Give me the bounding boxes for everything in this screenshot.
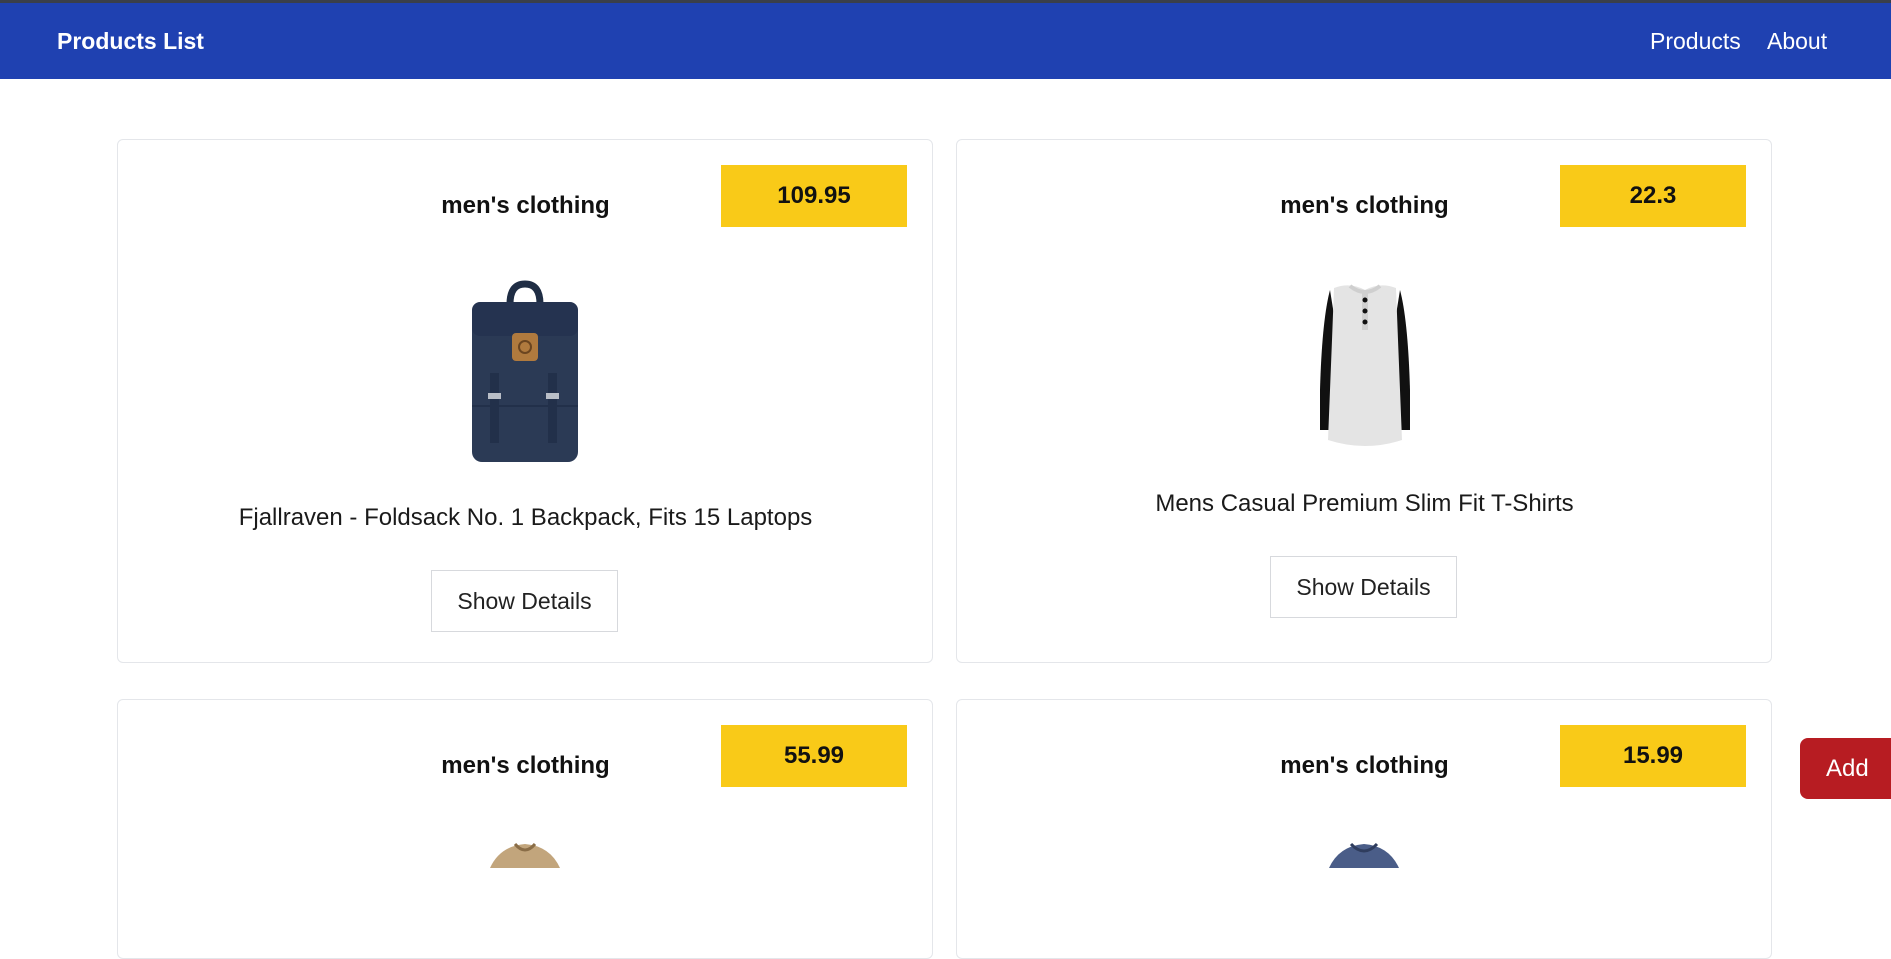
product-card: men's clothing 15.99 xyxy=(956,699,1772,959)
add-button[interactable]: Add xyxy=(1800,738,1891,799)
brand-title[interactable]: Products List xyxy=(57,3,204,79)
nav-link-about[interactable]: About xyxy=(1767,3,1827,79)
product-title: Mens Casual Premium Slim Fit T-Shirts xyxy=(1155,490,1574,517)
tshirt-image xyxy=(1320,284,1410,446)
show-details-button[interactable]: Show Details xyxy=(1270,556,1457,618)
price-badge: 22.3 xyxy=(1560,165,1746,227)
product-card: men's clothing 22.3 Mens Casual Premium … xyxy=(956,139,1772,663)
price-badge: 55.99 xyxy=(721,725,907,787)
nav-link-products[interactable]: Products xyxy=(1650,3,1741,79)
tshirt-image xyxy=(1329,842,1399,868)
backpack-image xyxy=(472,280,578,462)
product-card: men's clothing 55.99 xyxy=(117,699,933,959)
price-badge: 15.99 xyxy=(1560,725,1746,787)
price-badge: 109.95 xyxy=(721,165,907,227)
jacket-image xyxy=(490,842,560,868)
show-details-button[interactable]: Show Details xyxy=(431,570,618,632)
product-card: men's clothing 109.95 Fjallraven - Folds… xyxy=(117,139,933,663)
product-title: Fjallraven - Foldsack No. 1 Backpack, Fi… xyxy=(238,504,813,531)
navbar: Products List Products About xyxy=(0,3,1891,79)
